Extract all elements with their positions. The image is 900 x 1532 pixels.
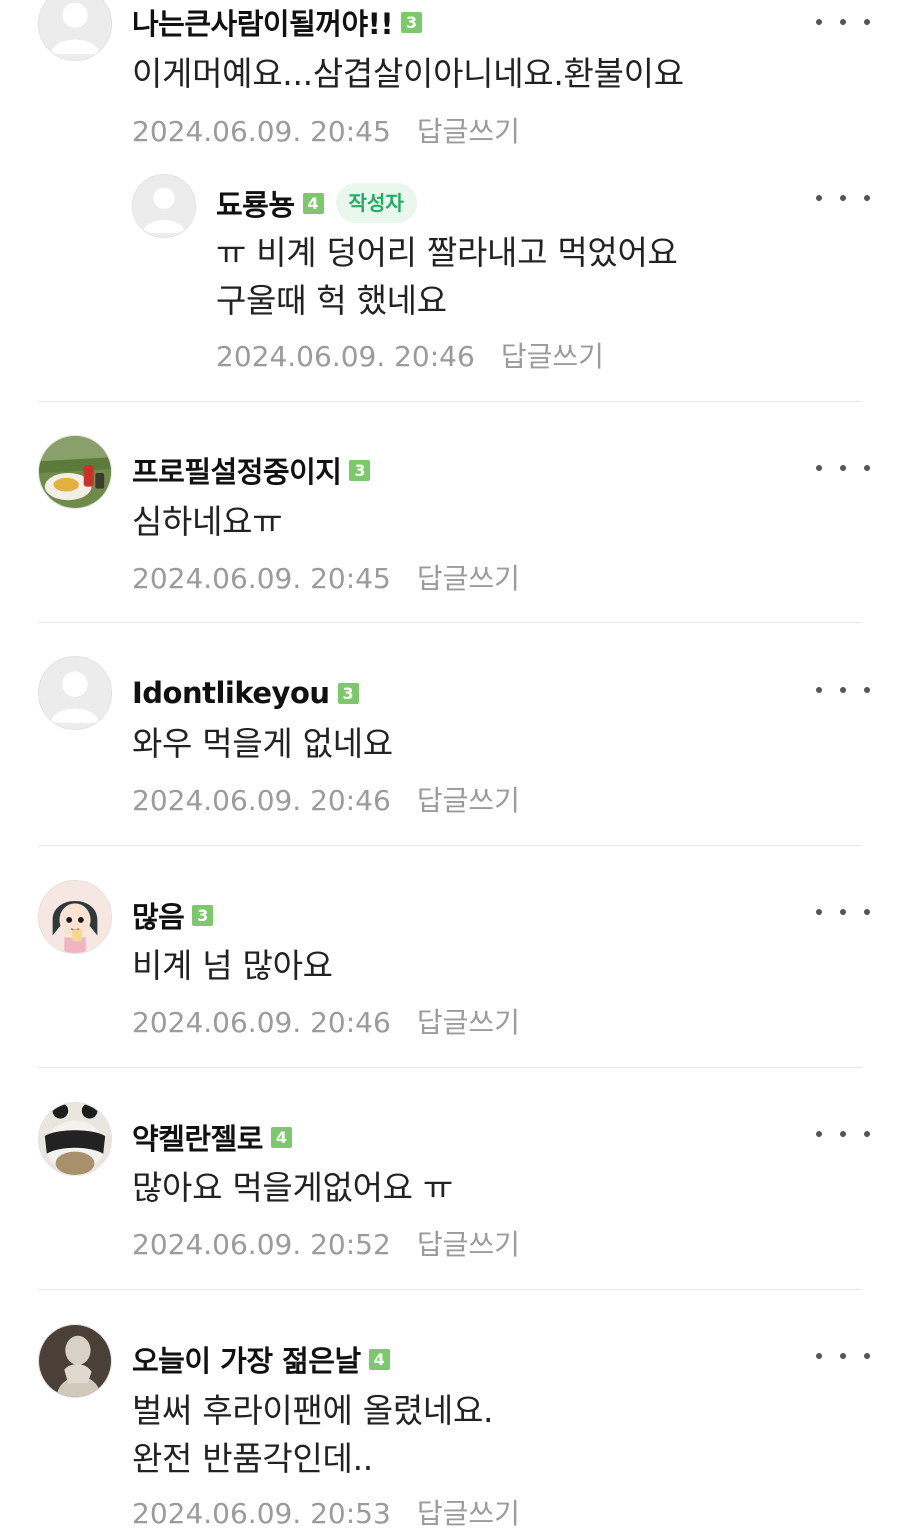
reply-button[interactable]: 답글쓰기 — [417, 562, 520, 595]
reply-button[interactable]: 답글쓰기 — [417, 115, 520, 148]
default-avatar[interactable] — [38, 656, 112, 730]
comment-date: 2024.06.09. 20:46 — [216, 340, 475, 373]
comment-nickname[interactable]: 많음 — [132, 894, 185, 936]
level-badge: 3 — [401, 11, 423, 33]
food-photo-avatar[interactable] — [38, 435, 112, 509]
comment-date: 2024.06.09. 20:46 — [132, 784, 391, 817]
comment-nickname[interactable]: 오늘이 가장 젊은날 — [132, 1338, 361, 1380]
cartoon-girl-avatar[interactable] — [38, 880, 112, 954]
divider — [38, 845, 862, 846]
reply-button[interactable]: 답글쓰기 — [417, 784, 520, 817]
level-badge: 3 — [192, 904, 214, 926]
author-badge: 작성자 — [335, 183, 417, 223]
comment-date: 2024.06.09. 20:53 — [132, 1497, 391, 1530]
comment-text: 심하네요ㅠ — [132, 502, 283, 541]
level-badge: 3 — [349, 459, 371, 481]
comment-date: 2024.06.09. 20:45 — [132, 115, 391, 148]
comment-nickname[interactable]: 나는큰사람이될꺼야!! — [132, 1, 394, 43]
comment-text: 많아요 먹을게없어요 ㅠ — [132, 1168, 453, 1207]
reply-button[interactable]: 답글쓰기 — [417, 1497, 520, 1530]
reply-button[interactable]: 답글쓰기 — [417, 1228, 520, 1261]
comment-date: 2024.06.09. 20:45 — [132, 562, 391, 595]
divider — [38, 1067, 862, 1068]
comment-nickname[interactable]: 됴룡뇽 — [216, 182, 295, 224]
statue-photo-avatar[interactable] — [38, 1324, 112, 1398]
level-badge: 4 — [368, 1348, 390, 1370]
comment-nickname[interactable]: 약켈란젤로 — [132, 1116, 263, 1158]
comment-list: 나는큰사람이될꺼야!! 3 이게머예요...삼겹살이아니네요.환불이요 2024… — [0, 0, 900, 1531]
comment-text: 비계 넘 많아요 — [132, 946, 333, 985]
comment-text: 이게머예요...삼겹살이아니네요.환불이요 — [132, 54, 684, 93]
more-options-icon[interactable] — [816, 453, 870, 483]
more-options-icon[interactable] — [816, 675, 870, 705]
more-options-icon[interactable] — [816, 7, 870, 37]
default-avatar[interactable] — [38, 0, 112, 61]
more-options-icon[interactable] — [816, 183, 870, 213]
more-options-icon[interactable] — [816, 1341, 870, 1371]
reply-button[interactable]: 답글쓰기 — [501, 340, 604, 373]
divider — [38, 1289, 862, 1290]
comment-text: 와우 먹을게 없네요 — [132, 724, 393, 763]
comment-date: 2024.06.09. 20:46 — [132, 1006, 391, 1039]
divider — [38, 622, 862, 623]
comment-nickname[interactable]: 프로필설정중이지 — [132, 449, 342, 491]
default-avatar[interactable] — [132, 174, 196, 238]
comment-nickname[interactable]: Idontlikeyou — [132, 676, 330, 710]
reply-button[interactable]: 답글쓰기 — [417, 1006, 520, 1039]
comment-text: 벌써 후라이팬에 올렸네요. 완전 반품각인데.. — [132, 1391, 494, 1478]
level-badge: 4 — [302, 192, 324, 214]
comment-date: 2024.06.09. 20:52 — [132, 1228, 391, 1261]
panda-avatar[interactable] — [38, 1102, 112, 1176]
more-options-icon[interactable] — [816, 897, 870, 927]
comment-text: ㅠ 비계 덩어리 짤라내고 먹었어요 구울때 헉 했네요 — [216, 233, 678, 320]
more-options-icon[interactable] — [816, 1119, 870, 1149]
level-badge: 4 — [270, 1126, 292, 1148]
level-badge: 3 — [337, 682, 359, 704]
divider — [38, 401, 862, 402]
